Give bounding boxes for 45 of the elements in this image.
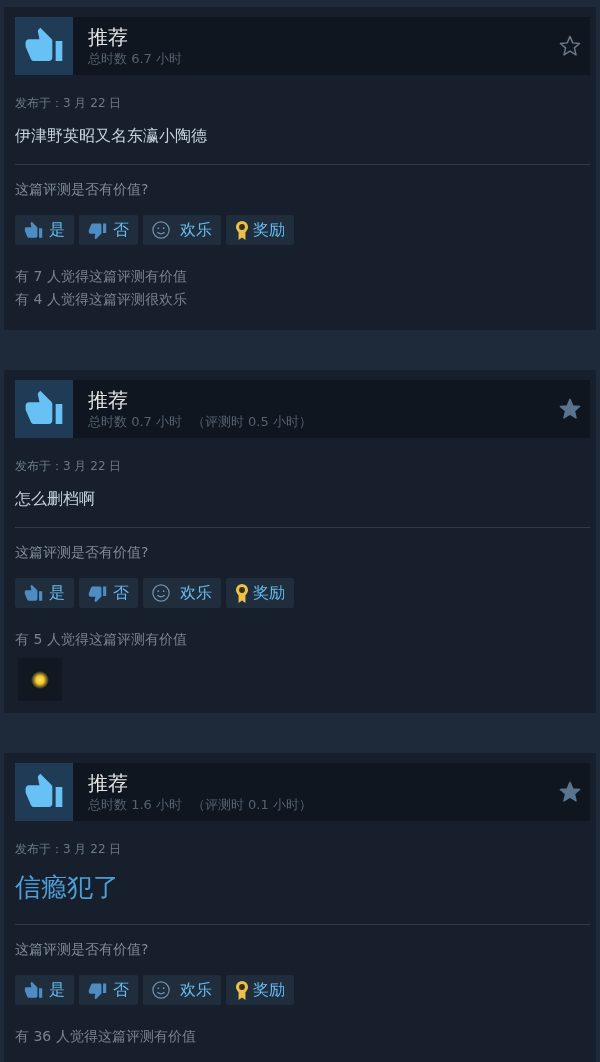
award-icon [235,220,249,240]
vote-count-text: 有 5 人觉得这篇评测有价值 [15,630,187,649]
review-verdict: 推荐 [88,770,128,796]
smiley-icon [152,584,170,602]
helpful-question: 这篇评测是否有价值? [15,940,149,958]
helpful-question: 这篇评测是否有价值? [15,543,149,561]
thumbs-down-icon [88,220,107,240]
thumbs-up-icon [24,980,43,1000]
thumbs-down-icon [88,980,107,1000]
helpful-no-button[interactable]: 否 [79,215,138,245]
post-date: 发布于：3 月 22 日 [15,95,122,111]
helpful-yes-button[interactable]: 是 [15,578,74,608]
award-icon [235,583,249,603]
review-time-text: （评测时 0.5 小时） [191,412,312,431]
award-button[interactable]: 奖励 [226,215,294,245]
vote-count-text: 有 4 人觉得这篇评测很欢乐 [15,290,187,309]
post-date: 发布于：3 月 22 日 [15,841,122,857]
thumbs-up-icon [24,220,43,240]
smiley-icon [152,981,170,999]
funny-button[interactable]: 欢乐 [143,975,221,1005]
funny-button[interactable]: 欢乐 [143,215,221,245]
playtime-text: 总时数 1.6 小时 [88,795,182,814]
review-time-text: （评测时 0.1 小时） [191,795,312,814]
award-button[interactable]: 奖励 [226,975,294,1005]
vote-count-text: 有 7 人觉得这篇评测有价值 [15,267,187,286]
review-text: 信瘾犯了 [15,871,119,904]
helpful-question: 这篇评测是否有价值? [15,180,149,198]
review-verdict: 推荐 [88,24,128,50]
review-text: 怎么删档啊 [15,488,95,510]
vote-count-text: 有 36 人觉得这篇评测有价值 [15,1027,196,1046]
award-button[interactable]: 奖励 [226,578,294,608]
playtime-text: 总时数 0.7 小时 [88,412,182,431]
playtime-text: 总时数 6.7 小时 [88,49,182,68]
review-text: 伊津野英昭又名东瀛小陶德 [15,125,207,147]
thumbs-up-icon [24,583,43,603]
helpful-yes-button[interactable]: 是 [15,975,74,1005]
thumbs-down-icon [88,583,107,603]
helpful-no-button[interactable]: 否 [79,975,138,1005]
post-date: 发布于：3 月 22 日 [15,458,122,474]
review-verdict: 推荐 [88,387,128,413]
award-icon [235,980,249,1000]
helpful-yes-button[interactable]: 是 [15,215,74,245]
helpful-no-button[interactable]: 否 [79,578,138,608]
smiley-icon [152,221,170,239]
funny-button[interactable]: 欢乐 [143,578,221,608]
